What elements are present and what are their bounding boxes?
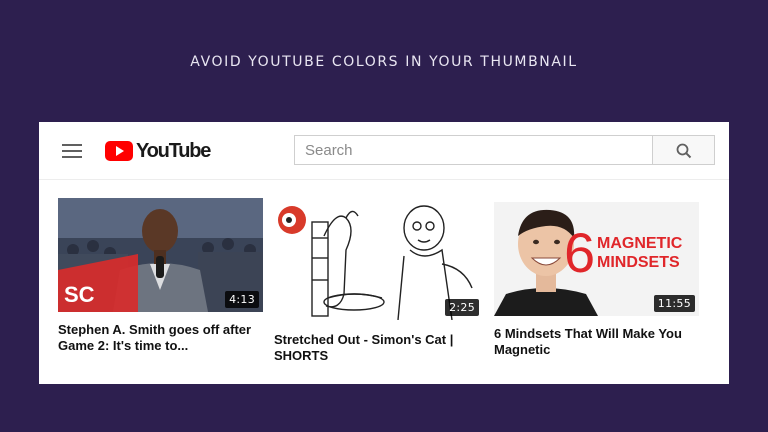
thumbnail-badge-text: SC bbox=[64, 282, 95, 307]
search-button[interactable] bbox=[652, 135, 715, 165]
video-thumbnail[interactable]: 6 MAGNETIC MINDSETS 11:55 bbox=[494, 202, 699, 316]
youtube-logo[interactable]: YouTube bbox=[105, 139, 211, 163]
thumbnail-number: 6 bbox=[564, 221, 595, 284]
slide-title: AVOID YOUTUBE COLORS IN YOUR THUMBNAIL bbox=[190, 54, 578, 70]
video-duration: 2:25 bbox=[445, 299, 479, 316]
thumbnail-text-line2: MINDSETS bbox=[597, 254, 680, 271]
logo-text: YouTube bbox=[136, 139, 211, 162]
masthead: YouTube bbox=[39, 122, 729, 180]
video-title[interactable]: 6 Mindsets That Will Make You Magnetic bbox=[494, 326, 699, 358]
video-thumbnail[interactable]: SC 4:13 bbox=[58, 198, 263, 312]
hamburger-menu-icon[interactable] bbox=[62, 144, 82, 158]
video-thumbnail[interactable]: 2:25 bbox=[274, 198, 483, 320]
video-duration: 11:55 bbox=[653, 295, 695, 312]
video-title[interactable]: Stretched Out - Simon's Cat | SHORTS bbox=[274, 332, 474, 364]
video-card[interactable]: 2:25 Stretched Out - Simon's Cat | SHORT… bbox=[274, 198, 483, 368]
youtube-play-icon bbox=[105, 141, 133, 161]
youtube-mockup-panel: YouTube Search SC 4:13 Stephen A. Smith … bbox=[39, 122, 729, 384]
video-duration: 4:13 bbox=[225, 291, 259, 308]
video-card[interactable]: SC 4:13 Stephen A. Smith goes off after … bbox=[58, 198, 264, 358]
video-card[interactable]: 6 MAGNETIC MINDSETS 11:55 6 Mindsets Tha… bbox=[487, 194, 705, 364]
search-icon bbox=[676, 143, 692, 159]
search-input[interactable] bbox=[294, 135, 652, 165]
thumbnail-text-line1: MAGNETIC bbox=[597, 235, 683, 252]
video-title[interactable]: Stephen A. Smith goes off after Game 2: … bbox=[58, 322, 258, 354]
